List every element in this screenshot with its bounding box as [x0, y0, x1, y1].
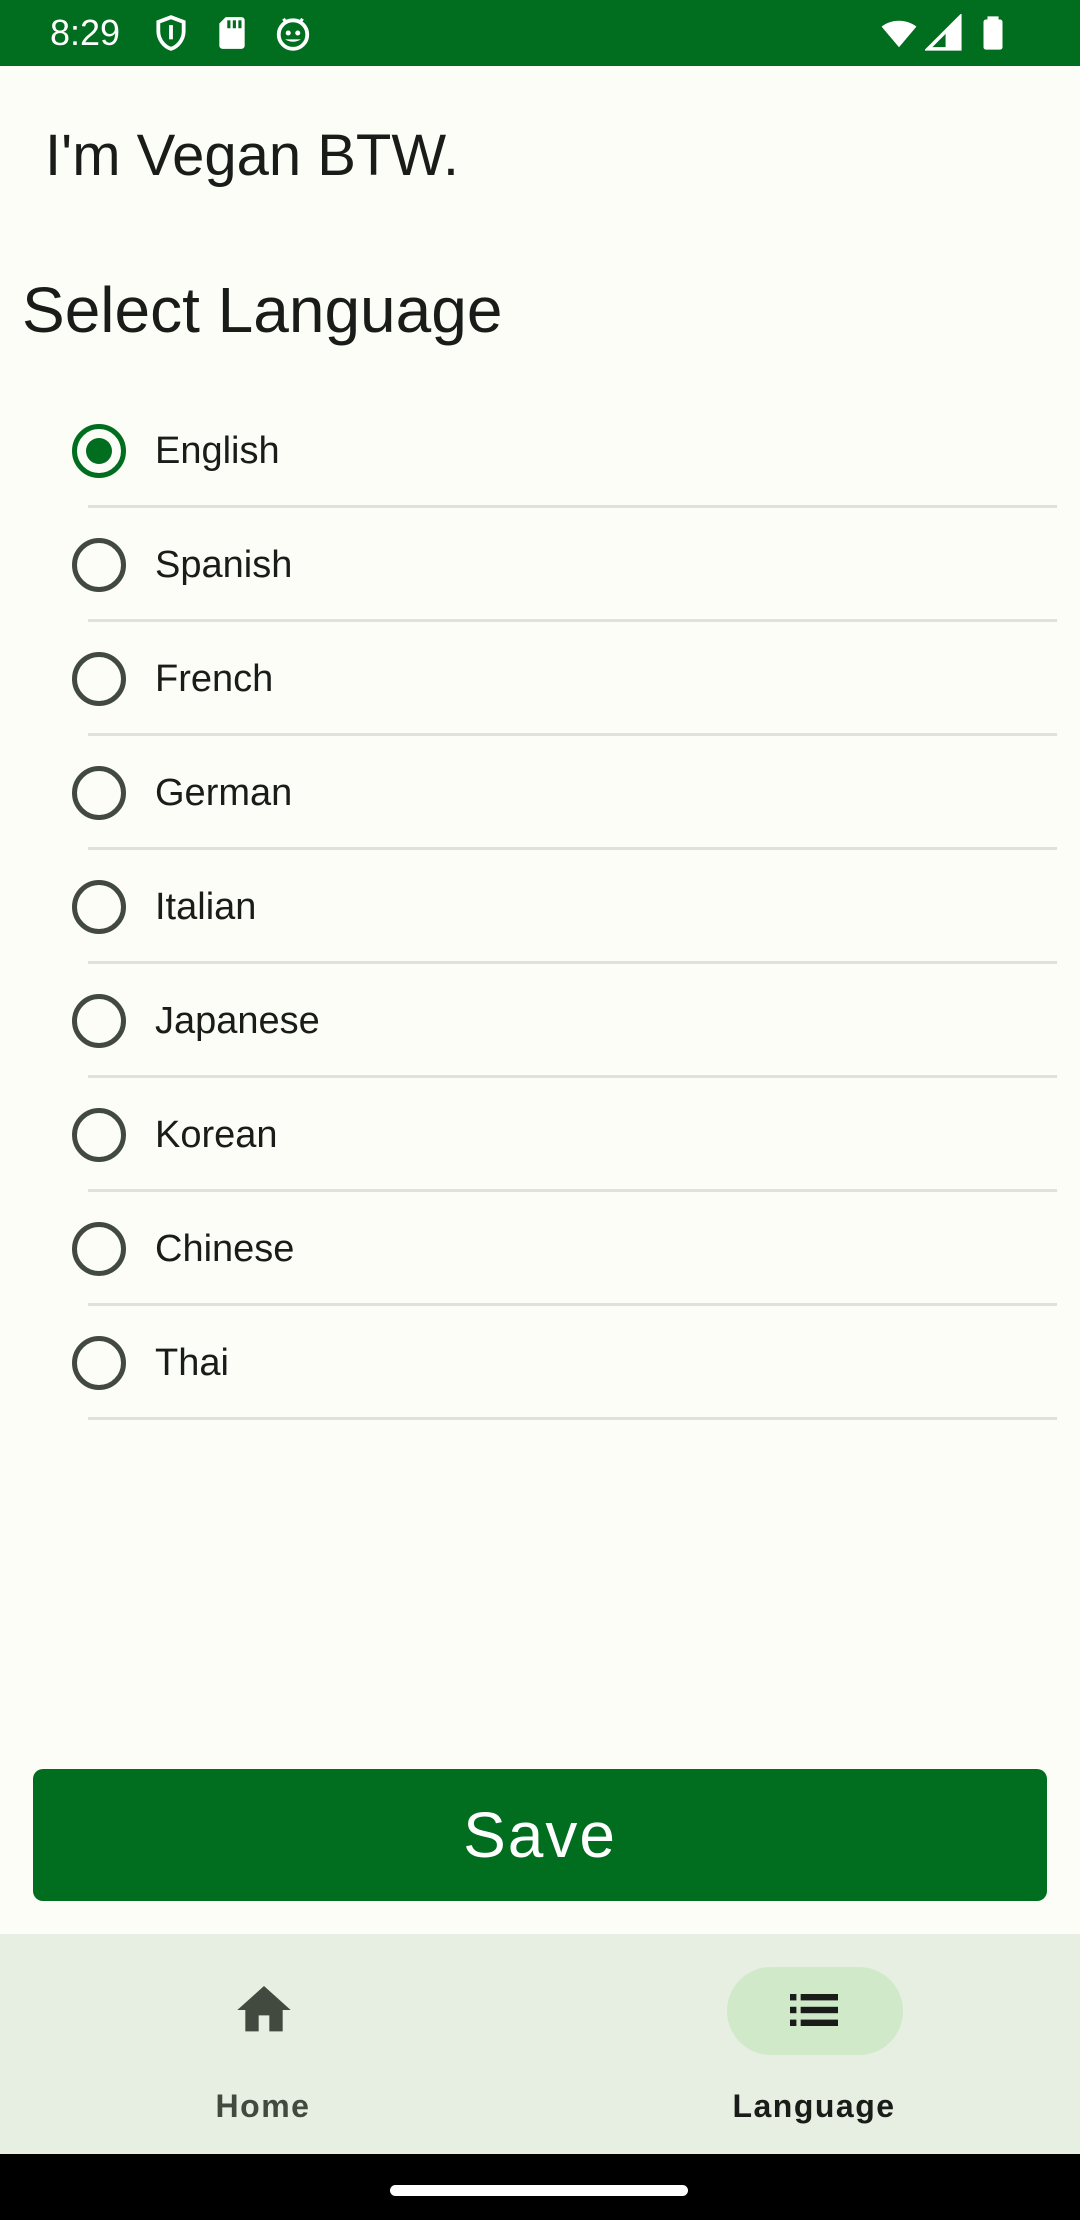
language-option-english[interactable]: English — [0, 394, 1080, 508]
language-label: Italian — [155, 886, 257, 928]
list-icon — [782, 1978, 846, 2042]
radio-button[interactable] — [72, 538, 126, 592]
nav-label-language: Language — [732, 2088, 896, 2124]
radio-button[interactable] — [72, 1336, 126, 1390]
radio-button[interactable] — [72, 1222, 126, 1276]
divider — [88, 1417, 1057, 1420]
system-gesture-bar — [0, 2154, 1080, 2220]
radio-button-checked[interactable] — [72, 424, 126, 478]
language-label: German — [155, 772, 293, 814]
language-label: English — [155, 430, 280, 472]
page-title: Select Language — [22, 274, 503, 346]
nav-item-home[interactable]: Home — [0, 1934, 540, 2154]
language-option-chinese[interactable]: Chinese — [0, 1192, 1080, 1306]
radio-button[interactable] — [72, 1108, 126, 1162]
language-label: Korean — [155, 1114, 278, 1156]
nav-item-language[interactable]: Language — [540, 1934, 1080, 2154]
save-button[interactable]: Save — [33, 1769, 1047, 1901]
home-icon — [232, 1978, 296, 2042]
signal-icon — [925, 14, 963, 52]
language-label: Chinese — [155, 1228, 295, 1270]
bottom-navigation: Home Language — [0, 1934, 1080, 2154]
app-title: I'm Vegan BTW. — [45, 123, 460, 188]
language-label: French — [155, 658, 274, 700]
wifi-icon — [880, 14, 918, 52]
language-option-thai[interactable]: Thai — [0, 1306, 1080, 1420]
language-option-german[interactable]: German — [0, 736, 1080, 850]
app-screen: 8:29 I'm Vegan BTW. Select Language Engl… — [0, 0, 1080, 2220]
language-option-japanese[interactable]: Japanese — [0, 964, 1080, 1078]
battery-icon — [974, 14, 1012, 52]
shield-icon — [152, 14, 190, 52]
radio-button[interactable] — [72, 652, 126, 706]
radio-button[interactable] — [72, 880, 126, 934]
status-bar: 8:29 — [0, 0, 1080, 66]
language-option-korean[interactable]: Korean — [0, 1078, 1080, 1192]
status-time: 8:29 — [50, 12, 121, 53]
gesture-handle[interactable] — [390, 2185, 688, 2196]
language-label: Spanish — [155, 544, 293, 586]
language-label: Japanese — [155, 1000, 320, 1042]
android-debug-icon — [274, 14, 312, 52]
language-option-italian[interactable]: Italian — [0, 850, 1080, 964]
radio-button[interactable] — [72, 766, 126, 820]
nav-label-home: Home — [215, 2088, 311, 2124]
language-radio-group: English Spanish French German Italian Ja… — [0, 394, 1080, 1420]
language-label: Thai — [155, 1342, 229, 1384]
language-option-french[interactable]: French — [0, 622, 1080, 736]
language-option-spanish[interactable]: Spanish — [0, 508, 1080, 622]
sd-card-icon — [213, 14, 251, 52]
radio-button[interactable] — [72, 994, 126, 1048]
